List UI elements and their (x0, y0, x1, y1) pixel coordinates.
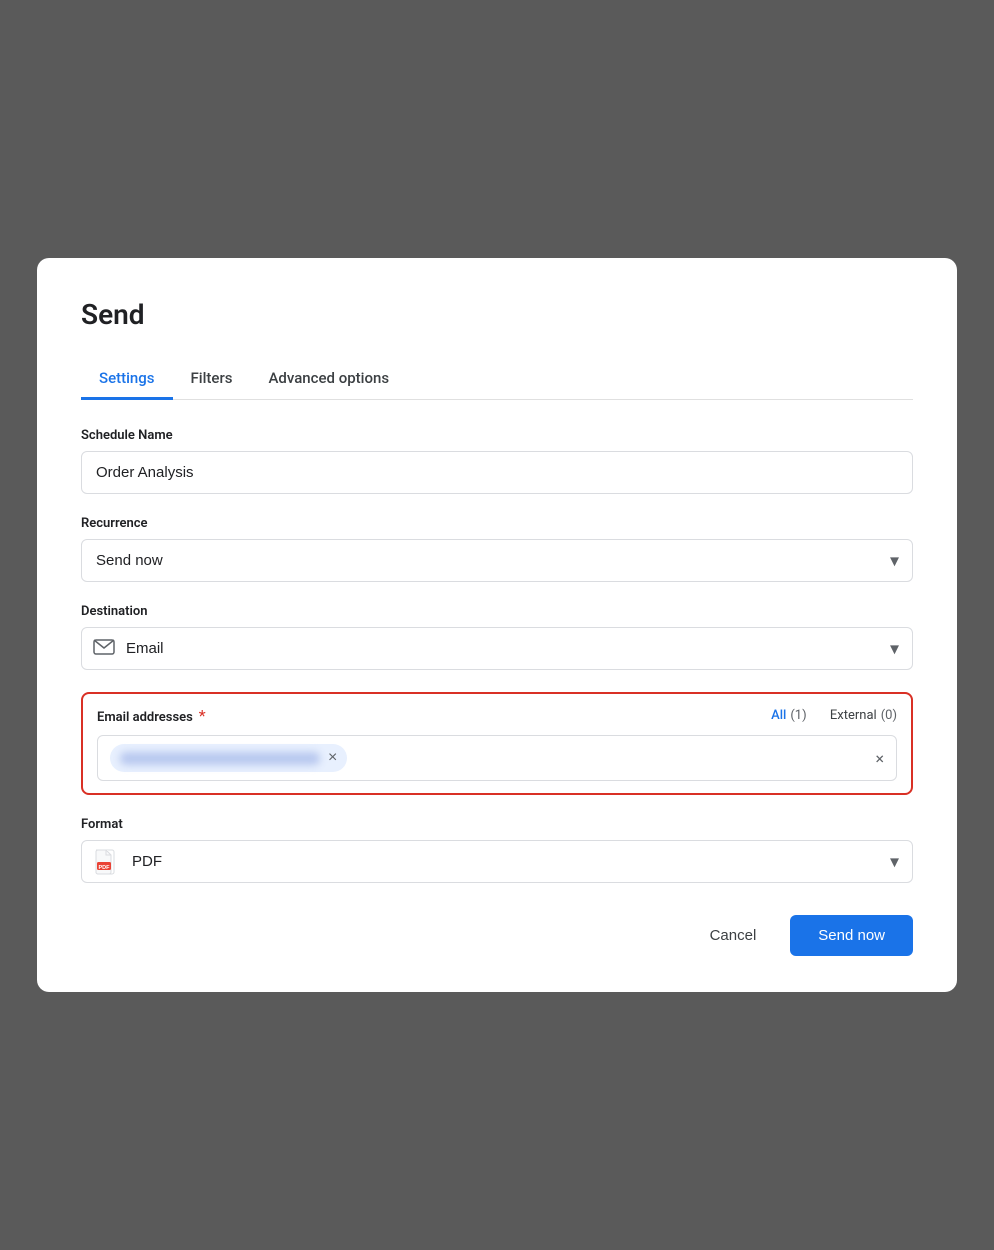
tab-advanced-options[interactable]: Advanced options (250, 359, 407, 400)
email-filter-tabs: All (1) External (0) (771, 708, 897, 723)
email-addresses-label: Email addresses (97, 710, 193, 725)
tabs-bar: Settings Filters Advanced options (81, 359, 913, 400)
empty-chip-area: × (353, 749, 884, 768)
dialog-title: Send (81, 298, 913, 331)
recurrence-group: Recurrence Send now ▾ (81, 516, 913, 582)
format-label: Format (81, 817, 913, 832)
email-chip: × (110, 744, 347, 772)
recurrence-select[interactable]: Send now (81, 539, 913, 582)
destination-label: Destination (81, 604, 913, 619)
tab-settings[interactable]: Settings (81, 359, 173, 400)
required-star: * (199, 706, 206, 725)
schedule-name-input[interactable] (81, 451, 913, 494)
schedule-name-group: Schedule Name (81, 428, 913, 494)
filter-all-count: (1) (790, 708, 806, 723)
email-chips-container[interactable]: × × (97, 735, 897, 781)
send-dialog: Send Settings Filters Advanced options S… (37, 258, 957, 992)
cancel-button[interactable]: Cancel (692, 917, 775, 954)
destination-select-wrapper: Email ▾ (81, 627, 913, 670)
filter-external-count: (0) (881, 708, 897, 723)
format-select[interactable]: PDF (81, 840, 913, 883)
format-group: Format PDF PDF ▾ (81, 817, 913, 883)
empty-close-button[interactable]: × (875, 749, 884, 768)
email-addresses-section: Email addresses * All (1) External (0) ×… (81, 692, 913, 795)
filter-all-button[interactable]: All (771, 708, 786, 723)
dialog-footer: Cancel Send now (81, 915, 913, 956)
email-addresses-label-row: Email addresses * (97, 706, 206, 725)
recurrence-label: Recurrence (81, 516, 913, 531)
email-addresses-header: Email addresses * All (1) External (0) (97, 706, 897, 725)
destination-select[interactable]: Email (81, 627, 913, 670)
send-now-button[interactable]: Send now (790, 915, 913, 956)
tab-filters[interactable]: Filters (173, 359, 251, 400)
filter-external-button[interactable]: External (830, 708, 877, 723)
schedule-name-label: Schedule Name (81, 428, 913, 443)
filter-separator (817, 708, 820, 723)
email-chip-remove-button[interactable]: × (328, 750, 337, 766)
email-chip-text (120, 752, 320, 765)
recurrence-select-wrapper: Send now ▾ (81, 539, 913, 582)
destination-group: Destination Email ▾ (81, 604, 913, 670)
format-select-wrapper: PDF PDF ▾ (81, 840, 913, 883)
